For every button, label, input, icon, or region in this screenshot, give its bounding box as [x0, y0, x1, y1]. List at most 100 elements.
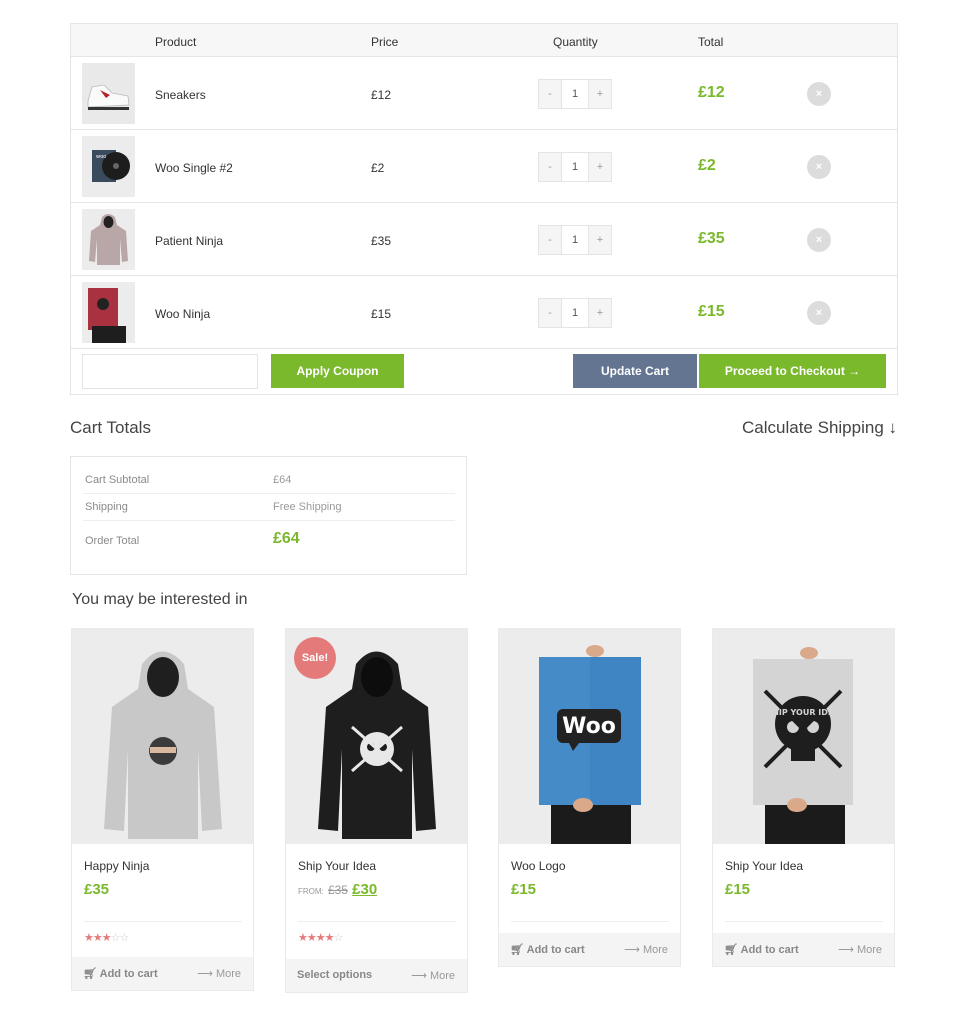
shipping-row: Shipping Free Shipping	[83, 494, 455, 521]
product-price: £15	[725, 881, 751, 898]
header-product: Product	[155, 35, 197, 49]
cart-table: Product Price Quantity Total Sneakers £1…	[70, 23, 898, 395]
add-to-cart-button[interactable]: 🛒︎ Add to cart	[724, 943, 799, 956]
cart-totals-title: Cart Totals	[70, 418, 151, 437]
more-label: More	[429, 970, 455, 982]
more-label: More	[215, 968, 241, 980]
sale-badge: Sale!	[294, 637, 336, 679]
product-image-poster[interactable]: Woo	[499, 629, 680, 844]
arrow-right-icon: ⟶	[838, 944, 854, 956]
calculate-shipping-link[interactable]: Calculate Shipping ↓	[742, 418, 897, 438]
coupon-code-input[interactable]	[82, 354, 258, 389]
apply-coupon-button[interactable]: Apply Coupon	[271, 354, 404, 388]
proceed-to-checkout-button[interactable]: Proceed to Checkout →	[699, 354, 886, 388]
product-image-hoodie[interactable]: Sale!	[286, 629, 467, 844]
cart-icon: 🛒︎	[724, 944, 738, 956]
star-empty-icon: ☆	[119, 932, 130, 944]
quantity-stepper: - 1 +	[538, 152, 612, 182]
remove-item-icon[interactable]: ×	[807, 228, 831, 252]
poster-image[interactable]	[82, 282, 135, 343]
product-price: £35	[84, 881, 110, 898]
product-image-poster[interactable]: SHIP YOUR IDEA	[713, 629, 894, 844]
quantity-input[interactable]: 1	[561, 80, 589, 108]
sneakers-image[interactable]	[82, 63, 135, 124]
quantity-increase-button[interactable]: +	[589, 80, 611, 108]
star-filled-icon: ★	[84, 932, 94, 944]
product-price: £35	[371, 234, 392, 248]
product-title[interactable]: Woo Logo	[511, 859, 566, 873]
line-total: £12	[698, 84, 725, 101]
select-options-button[interactable]: Select options	[297, 969, 372, 981]
hoodie-image[interactable]	[82, 209, 135, 270]
product-name[interactable]: Woo Ninja	[155, 307, 210, 321]
related-products-title: You may be interested in	[72, 591, 248, 608]
original-price: £35	[327, 883, 348, 897]
product-name[interactable]: Woo Single #2	[155, 161, 233, 175]
quantity-stepper: - 1 +	[538, 79, 612, 109]
order-total-value: £64	[273, 530, 300, 547]
star-rating: ★★★★☆	[298, 931, 343, 944]
quantity-increase-button[interactable]: +	[589, 299, 611, 327]
divider	[84, 921, 242, 922]
svg-text:woo: woo	[96, 154, 106, 160]
sale-price: £30	[352, 881, 378, 898]
header-price: Price	[371, 35, 399, 49]
quantity-decrease-button[interactable]: -	[539, 80, 561, 108]
album-image[interactable]: woo	[82, 136, 135, 197]
cart-row: Woo Ninja £15 - 1 + £15 ×	[71, 276, 897, 349]
product-title[interactable]: Ship Your Idea	[725, 859, 803, 873]
product-card: Happy Ninja £35 ★★★☆☆ 🛒︎ Add to cart ⟶ M…	[71, 628, 254, 991]
more-link[interactable]: ⟶ More	[411, 969, 455, 982]
more-label: More	[856, 944, 882, 956]
product-title[interactable]: Ship Your Idea	[298, 859, 376, 873]
cart-totals-table: Cart Subtotal £64 Shipping Free Shipping…	[70, 456, 467, 575]
remove-item-icon[interactable]: ×	[807, 301, 831, 325]
cart-row: woo Woo Single #2 £2 - 1 + £2 ×	[71, 130, 897, 203]
quantity-input[interactable]: 1	[561, 226, 589, 254]
divider	[298, 921, 456, 922]
cart-icon: 🛒︎	[83, 968, 97, 980]
cart-row: Sneakers £12 - 1 + £12 ×	[71, 57, 897, 130]
remove-item-icon[interactable]: ×	[807, 155, 831, 179]
star-filled-icon: ★	[101, 932, 112, 944]
star-filled-icon: ★	[315, 932, 326, 944]
quantity-input[interactable]: 1	[561, 153, 589, 181]
more-link[interactable]: ⟶ More	[838, 943, 882, 956]
quantity-decrease-button[interactable]: -	[539, 226, 561, 254]
divider	[725, 921, 883, 922]
quantity-increase-button[interactable]: +	[589, 226, 611, 254]
update-cart-button[interactable]: Update Cart	[573, 354, 697, 388]
product-name[interactable]: Sneakers	[155, 88, 206, 102]
add-to-cart-label: Add to cart	[740, 944, 799, 956]
product-price: £15	[511, 881, 537, 898]
product-card: Woo Woo Logo £15 🛒︎ Add to cart ⟶ More	[498, 628, 681, 967]
more-link[interactable]: ⟶ More	[624, 943, 668, 956]
quantity-decrease-button[interactable]: -	[539, 299, 561, 327]
star-rating: ★★★☆☆	[84, 931, 130, 944]
product-image-hoodie[interactable]	[72, 629, 253, 844]
product-name[interactable]: Patient Ninja	[155, 234, 223, 248]
cart-icon: 🛒︎	[510, 944, 524, 956]
cart-table-header: Product Price Quantity Total	[71, 24, 897, 57]
quantity-input[interactable]: 1	[561, 299, 589, 327]
add-to-cart-button[interactable]: 🛒︎ Add to cart	[510, 943, 585, 956]
remove-item-icon[interactable]: ×	[807, 82, 831, 106]
product-price-block: FROM: £35 £30	[298, 881, 377, 898]
quantity-stepper: - 1 +	[538, 225, 612, 255]
quantity-stepper: - 1 +	[538, 298, 612, 328]
quantity-increase-button[interactable]: +	[589, 153, 611, 181]
cart-row: Patient Ninja £35 - 1 + £35 ×	[71, 203, 897, 276]
line-total: £15	[698, 303, 725, 320]
shipping-label: Shipping	[85, 501, 128, 513]
product-card-actions: 🛒︎ Add to cart ⟶ More	[713, 933, 894, 966]
product-card: SHIP YOUR IDEA Ship Your Idea £15 🛒︎ Add…	[712, 628, 895, 967]
more-label: More	[642, 944, 668, 956]
line-total: £35	[698, 230, 725, 247]
quantity-decrease-button[interactable]: -	[539, 153, 561, 181]
product-title[interactable]: Happy Ninja	[84, 859, 149, 873]
order-total-row: Order Total £64	[83, 521, 455, 561]
arrow-right-icon: ⟶	[624, 944, 640, 956]
more-link[interactable]: ⟶ More	[197, 967, 241, 980]
header-total: Total	[698, 35, 724, 49]
add-to-cart-button[interactable]: 🛒︎ Add to cart	[83, 967, 158, 980]
